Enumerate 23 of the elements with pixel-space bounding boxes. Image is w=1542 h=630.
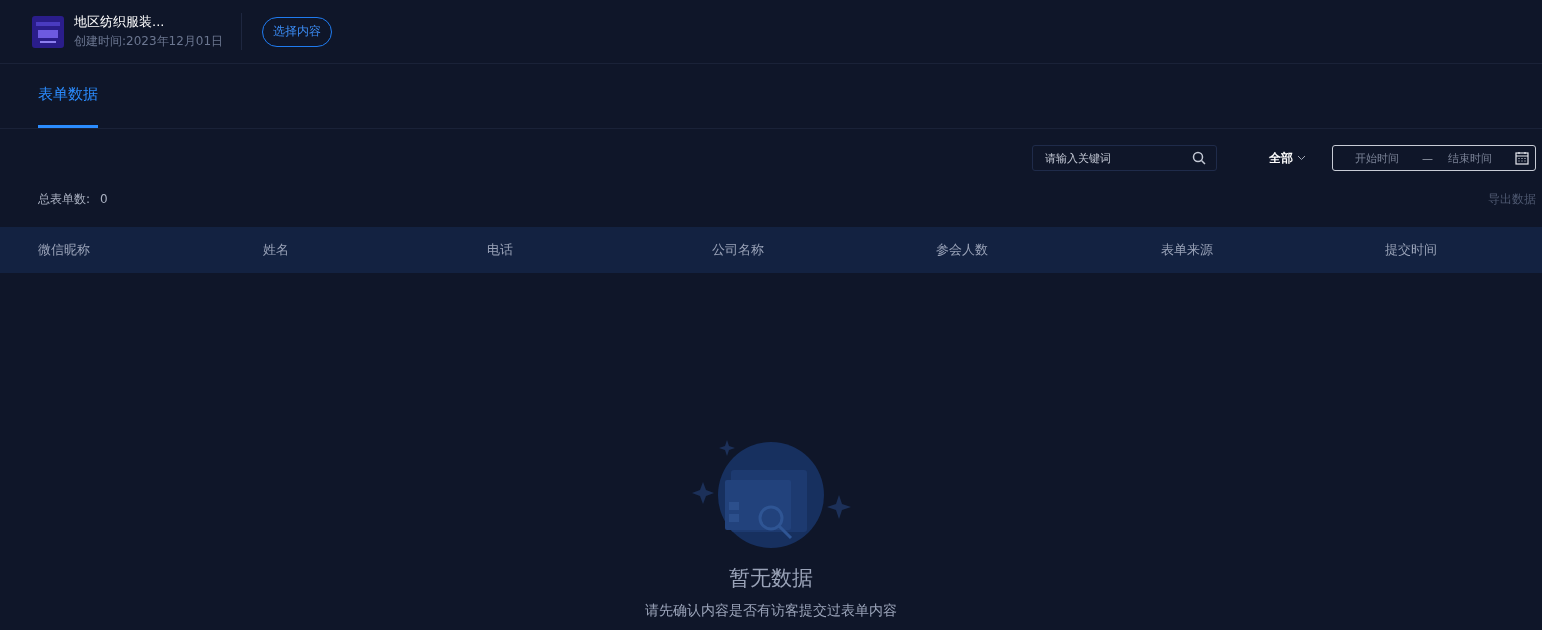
tab[interactable]: 表单数据 xyxy=(38,64,98,128)
search-icon xyxy=(1192,151,1206,165)
chevron-down-icon xyxy=(1297,155,1306,161)
calendar-icon xyxy=(1515,151,1529,165)
column-header: 参会人数 xyxy=(936,241,989,259)
scope-dropdown[interactable]: 全部 xyxy=(1263,148,1312,168)
search-input[interactable]: 请输入关键词 xyxy=(1043,150,1192,166)
empty-message: 请先确认内容是否有访客提交过表单内容 xyxy=(645,602,897,620)
total-label: 总表单数: xyxy=(38,190,91,208)
column-header: 公司名称 xyxy=(711,241,765,259)
column-header: 微信昵称 xyxy=(38,241,91,259)
created-date: 创建时间:2023年12月01日 xyxy=(74,33,224,50)
start-date-field[interactable]: 开始时间 xyxy=(1353,150,1409,166)
empty-title: 暂无数据 xyxy=(729,565,813,592)
end-date-field[interactable]: 结束时间 xyxy=(1446,150,1502,166)
column-header: 表单来源 xyxy=(1160,241,1214,259)
date-separator: — xyxy=(1422,151,1433,165)
event-title: 地区纺织服装... xyxy=(74,13,166,31)
column-header: 电话 xyxy=(487,241,514,259)
column-header: 提交时间 xyxy=(1385,241,1438,259)
column-header: 姓名 xyxy=(262,241,290,259)
total-count: 0 xyxy=(100,192,108,206)
search-field[interactable]: 请输入关键词 xyxy=(1032,145,1217,171)
